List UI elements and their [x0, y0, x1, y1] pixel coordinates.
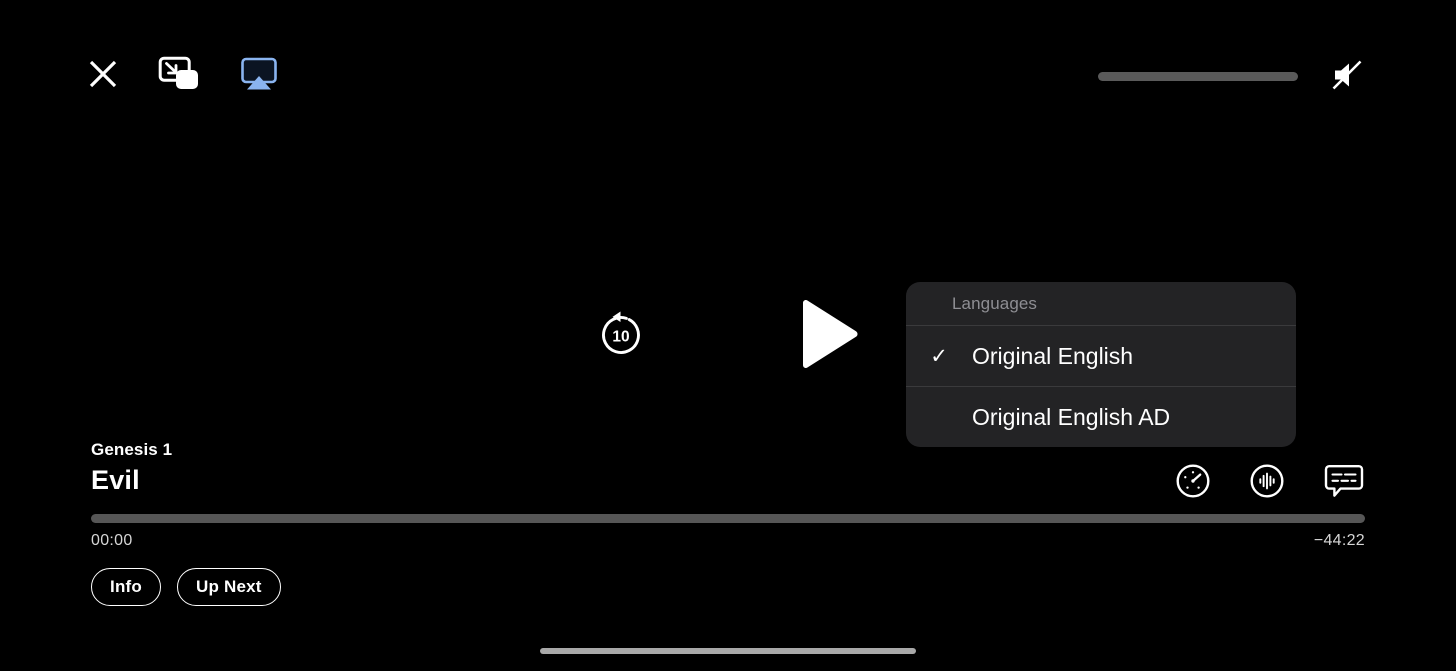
picture-in-picture-button[interactable] — [158, 54, 202, 97]
episode-title: Genesis 1 — [91, 440, 173, 459]
show-title: Evil — [91, 465, 140, 495]
bottom-controls: Genesis 1 Evil 00:00 −44:22 Info Up Next — [0, 411, 1456, 671]
volume-controls — [1098, 56, 1366, 97]
speaker-slash-icon — [1328, 56, 1366, 97]
top-left-controls — [86, 54, 278, 97]
skip-back-seconds-label: 10 — [612, 329, 629, 346]
up-next-button[interactable]: Up Next — [177, 568, 281, 606]
elapsed-time: 00:00 — [91, 532, 133, 549]
skip-back-10-icon: 10 — [595, 309, 647, 361]
info-button[interactable]: Info — [91, 568, 161, 606]
languages-menu-header: Languages — [952, 294, 1038, 313]
skip-back-10-button[interactable]: 10 — [595, 309, 647, 361]
now-playing-titles: Genesis 1 Evil — [91, 439, 172, 497]
volume-slider[interactable] — [1098, 72, 1298, 81]
home-indicator[interactable] — [540, 648, 916, 654]
scrubber-wrapper — [91, 514, 1365, 523]
languages-menu-item-original-english[interactable]: ✓ Original English — [906, 326, 1296, 386]
airplay-icon — [240, 56, 278, 95]
mute-button[interactable] — [1328, 56, 1366, 97]
subtitles-icon — [1324, 463, 1364, 502]
pill-button-row: Info Up Next — [91, 568, 281, 606]
play-button[interactable] — [797, 299, 861, 371]
playback-speed-button[interactable] — [1176, 464, 1210, 501]
play-icon — [797, 298, 861, 373]
airplay-button[interactable] — [240, 56, 278, 95]
top-bar — [0, 0, 1456, 150]
subtitles-button[interactable] — [1324, 463, 1364, 502]
languages-menu-item-label: Original English — [972, 342, 1134, 369]
audio-icon — [1250, 464, 1284, 501]
scrubber[interactable] — [91, 514, 1365, 523]
time-row: 00:00 −44:22 — [91, 532, 1365, 550]
playback-speed-icon — [1176, 464, 1210, 501]
checkmark-icon: ✓ — [930, 344, 948, 368]
picture-in-picture-icon — [158, 54, 202, 97]
close-button[interactable] — [86, 57, 120, 94]
close-icon — [86, 57, 120, 94]
audio-button[interactable] — [1250, 464, 1284, 501]
player-settings-icons — [1176, 463, 1364, 502]
remaining-time: −44:22 — [1313, 532, 1365, 549]
